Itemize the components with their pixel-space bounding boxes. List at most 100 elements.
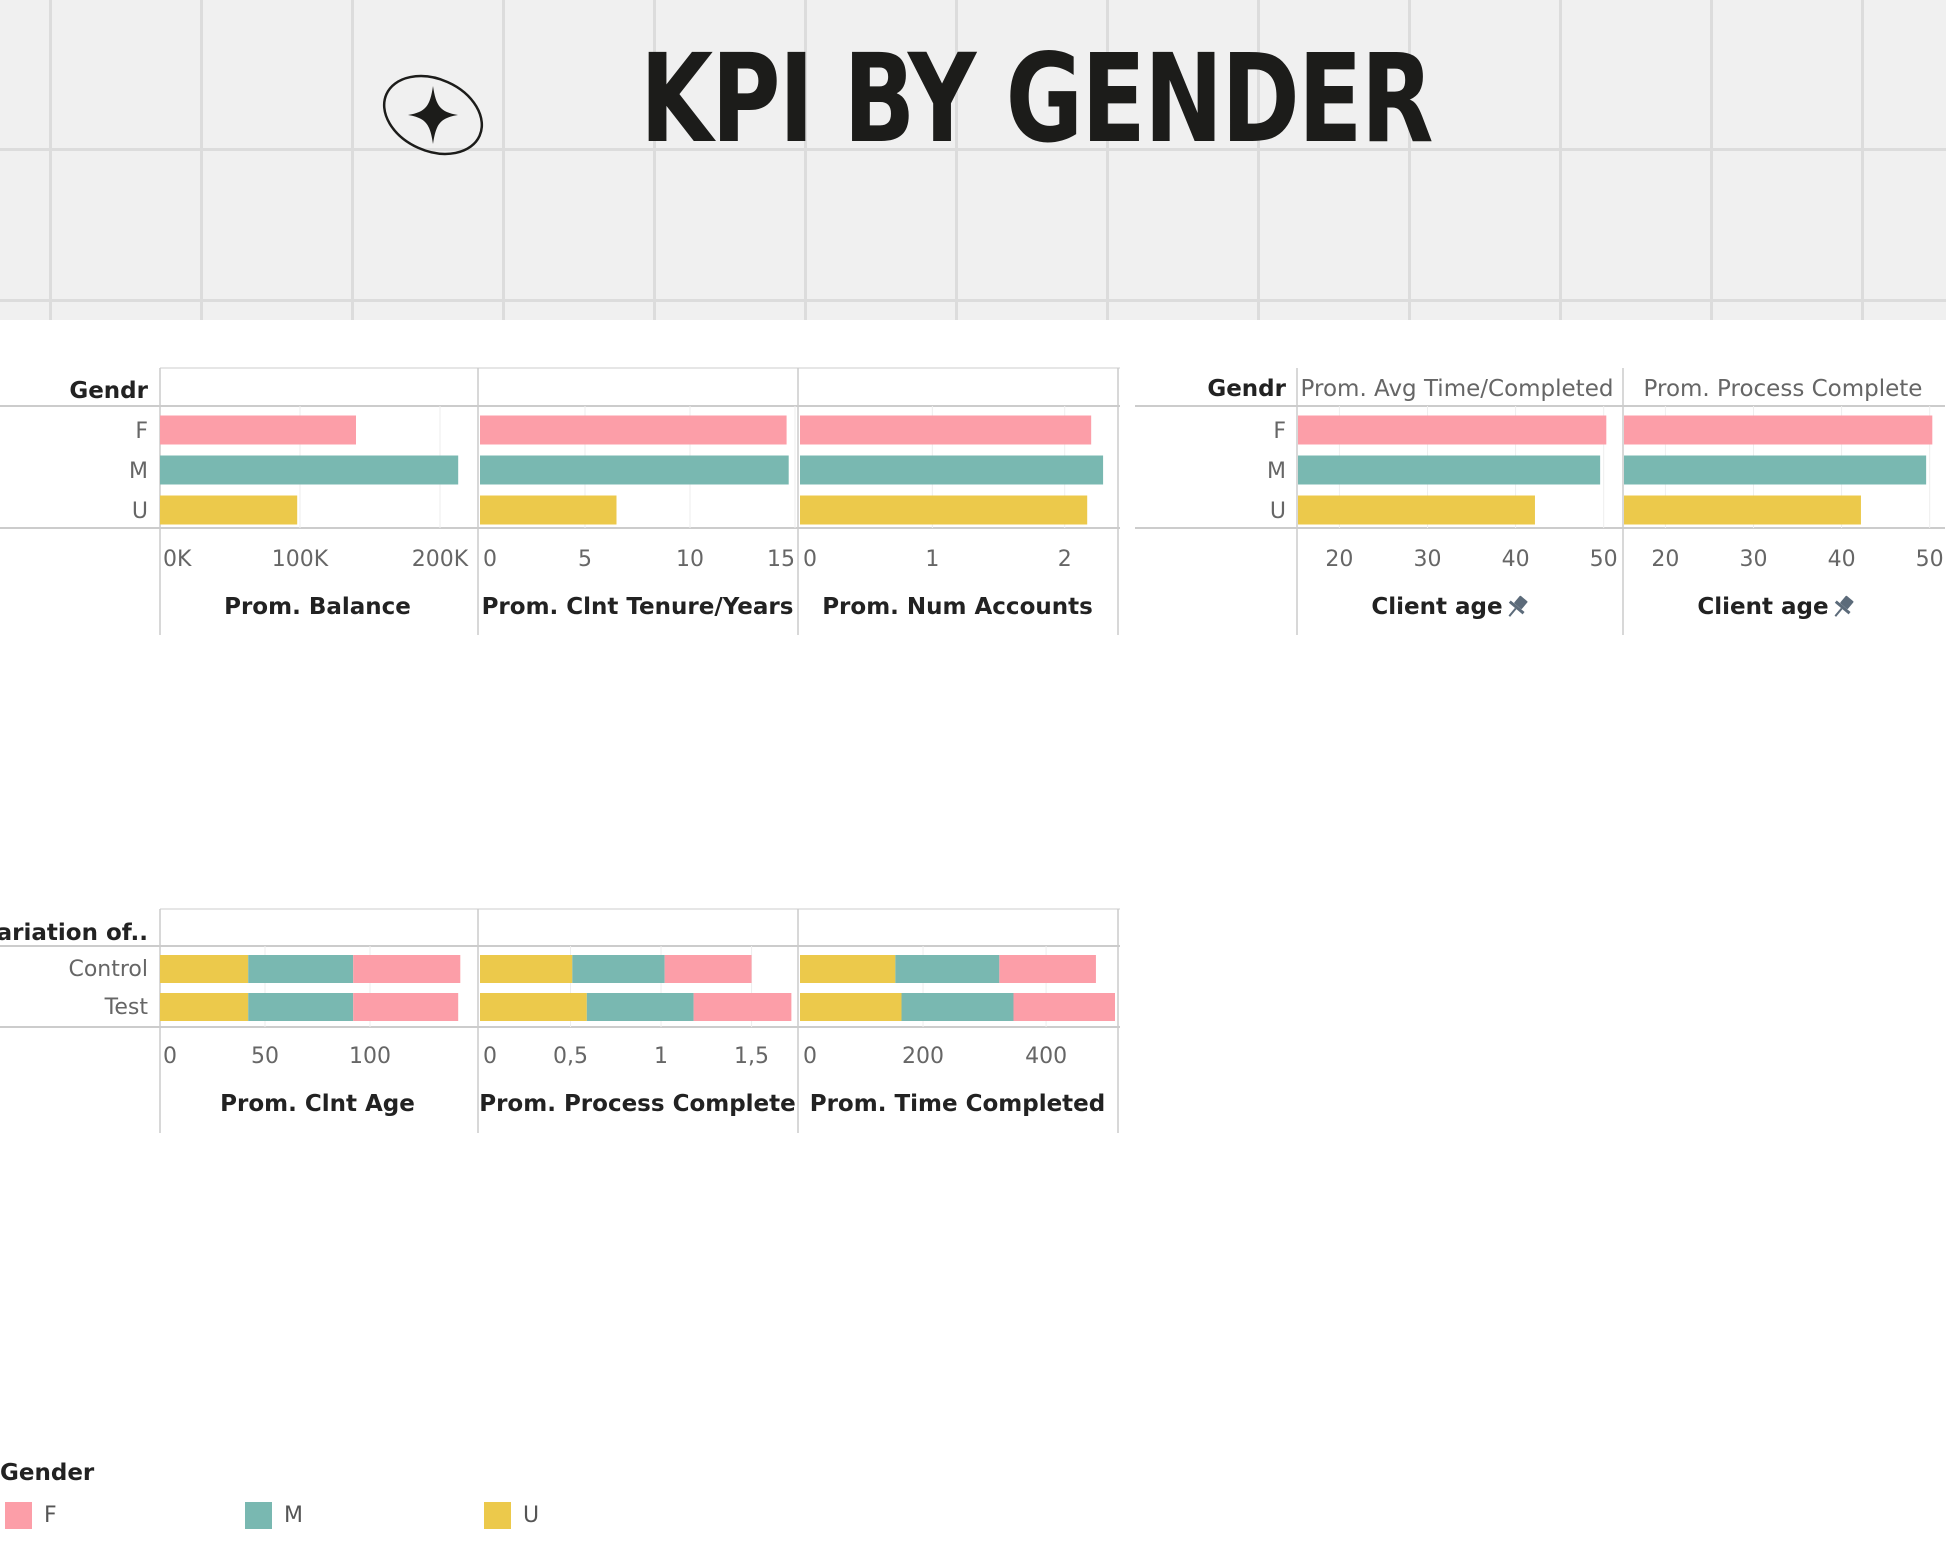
- bar-prom-num-accounts-f: [800, 415, 1092, 445]
- axis-title-client-age: Client age: [1697, 594, 1828, 620]
- bar-prom-clnt-tenure-years-u: [480, 495, 617, 525]
- tick-label: 2: [1058, 547, 1072, 572]
- axis-title-client-age: Client age: [1371, 594, 1502, 620]
- tick-label: 1: [654, 1044, 668, 1069]
- bar-prom-process-complete-test-f: [693, 993, 792, 1021]
- tick-label: 200K: [412, 547, 469, 572]
- bar-prom-avg-time-completed-u: [1298, 495, 1535, 525]
- row-header-gendr: Gendr: [69, 378, 148, 404]
- bar-prom-avg-time-completed-m: [1298, 455, 1601, 485]
- tick-label: 10: [676, 547, 704, 572]
- column-header-prom-process-complete: Prom. Process Complete: [1644, 376, 1923, 402]
- legend-label-f: F: [44, 1503, 57, 1528]
- row-label-u: U: [1270, 499, 1286, 524]
- legend-label-m: M: [284, 1503, 303, 1528]
- bar-prom-time-completed-control-m: [895, 955, 1000, 983]
- bar-prom-time-completed-test-f: [1013, 993, 1115, 1021]
- gender-kpi-chart: GendrFMU0K 100K 200KProm. Balance0 5 10 15Pro…: [0, 367, 1120, 635]
- variation-chart: Variation of..ControlTest050100Prom. Cln…: [0, 908, 1120, 1133]
- sparkle-logo-icon: [382, 74, 484, 156]
- bar-prom-clnt-age-test-m: [248, 993, 354, 1021]
- tick-label: 0: [803, 547, 817, 572]
- row-label-m: M: [129, 459, 148, 484]
- bar-prom-clnt-age-control-m: [248, 955, 354, 983]
- tick-label: 0: [803, 1044, 817, 1069]
- bar-prom-time-completed-test-m: [901, 993, 1014, 1021]
- tick-label: 50: [1590, 547, 1618, 572]
- tick-label: 30: [1739, 547, 1767, 572]
- row-label-m: M: [1267, 459, 1286, 484]
- tick-label: 400: [1025, 1044, 1067, 1069]
- column-header-prom-avg-time-completed: Prom. Avg Time/Completed: [1301, 376, 1614, 402]
- bar-prom-time-completed-control-f: [999, 955, 1096, 983]
- bar-prom-process-complete-control-f: [664, 955, 752, 983]
- tick-label: 50: [1916, 547, 1944, 572]
- tick-label: 0: [483, 547, 497, 572]
- tick-label: 30: [1413, 547, 1441, 572]
- row-header-variation: Variation of..: [0, 920, 148, 946]
- bar-prom-process-complete-u: [1624, 495, 1861, 525]
- tick-label: 40: [1502, 547, 1530, 572]
- bar-prom-num-accounts-m: [800, 455, 1104, 485]
- bar-prom-avg-time-completed-f: [1298, 415, 1607, 445]
- pin-icon: [1834, 595, 1854, 617]
- legend-label-u: U: [523, 1503, 540, 1528]
- bar-prom-process-complete-test-u: [480, 993, 587, 1021]
- axis-title-prom-num-accounts: Prom. Num Accounts: [822, 594, 1093, 620]
- pin-icon: [1508, 595, 1528, 617]
- bar-prom-time-completed-control-u: [800, 955, 896, 983]
- legend-swatch-u: [484, 1502, 511, 1529]
- tick-label: 0,5: [553, 1044, 588, 1069]
- bar-prom-clnt-age-control-f: [353, 955, 461, 983]
- axis-title-prom-balance: Prom. Balance: [224, 594, 411, 620]
- legend-swatch-m: [245, 1502, 272, 1529]
- row-label-test: Test: [104, 995, 149, 1020]
- bar-prom-clnt-age-test-u: [160, 993, 249, 1021]
- tick-label: 40: [1828, 547, 1856, 572]
- tick-label: 1: [925, 547, 939, 572]
- bar-prom-balance-m: [160, 455, 459, 485]
- bar-prom-process-complete-control-m: [572, 955, 665, 983]
- tick-label: 100K: [272, 547, 329, 572]
- tick-label: 20: [1651, 547, 1679, 572]
- legend-title: Gender: [0, 1460, 95, 1486]
- tick-label: 0K: [163, 547, 192, 572]
- bar-prom-num-accounts-u: [800, 495, 1088, 525]
- gender-legend: Gender F M U: [0, 1460, 539, 1529]
- axis-title-prom-clnt-tenure-years: Prom. Clnt Tenure/Years: [482, 594, 794, 620]
- client-age-chart: Gendr FMU Prom. Avg Time/Completed 20 30 40 50…: [1135, 368, 1945, 635]
- row-header-gendr: Gendr: [1207, 376, 1286, 402]
- axis-title-prom-process-complete: Prom. Process Complete: [479, 1091, 796, 1117]
- bar-prom-time-completed-test-u: [800, 993, 902, 1021]
- bar-prom-process-complete-f: [1624, 415, 1933, 445]
- tick-label: 1,5: [734, 1044, 769, 1069]
- tick-label: 50: [251, 1044, 279, 1069]
- header-banner: KPI BY GENDER: [0, 0, 1946, 320]
- axis-title-prom-clnt-age: Prom. Clnt Age: [220, 1091, 415, 1117]
- legend-swatch-f: [5, 1502, 32, 1529]
- bar-prom-clnt-age-control-u: [160, 955, 249, 983]
- tick-label: 15: [767, 547, 795, 572]
- bar-prom-balance-f: [160, 415, 356, 445]
- tick-label: 200: [902, 1044, 944, 1069]
- bar-prom-process-complete-control-u: [480, 955, 573, 983]
- tick-label: 0: [483, 1044, 497, 1069]
- dashboard-title: KPI BY GENDER: [640, 28, 1434, 170]
- tick-label: 0: [163, 1044, 177, 1069]
- bar-prom-clnt-tenure-years-m: [480, 455, 789, 485]
- bar-prom-clnt-tenure-years-f: [480, 415, 787, 445]
- tick-label: 20: [1325, 547, 1353, 572]
- bar-prom-process-complete-m: [1624, 455, 1927, 485]
- row-label-control: Control: [68, 957, 148, 982]
- legend-item-u[interactable]: U: [484, 1502, 539, 1529]
- row-label-f: F: [1273, 419, 1286, 444]
- row-label-f: F: [135, 419, 148, 444]
- axis-title-prom-time-completed: Prom. Time Completed: [810, 1091, 1106, 1117]
- legend-item-f[interactable]: F: [5, 1502, 57, 1529]
- bar-prom-process-complete-test-m: [586, 993, 694, 1021]
- legend-item-m[interactable]: M: [245, 1502, 303, 1529]
- tick-label: 100: [349, 1044, 391, 1069]
- tick-label: 5: [578, 547, 592, 572]
- bar-prom-clnt-age-test-f: [353, 993, 459, 1021]
- bar-prom-balance-u: [160, 495, 298, 525]
